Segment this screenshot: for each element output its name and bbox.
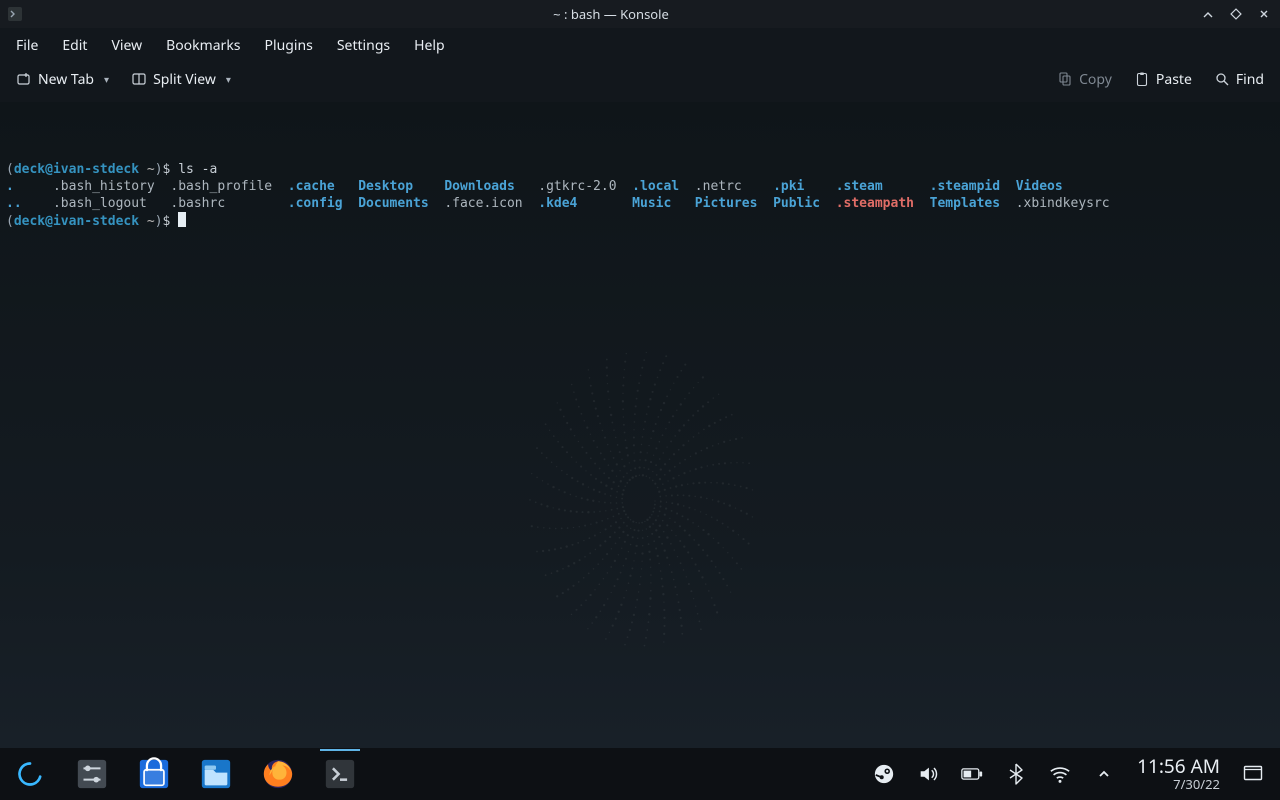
split-view-button[interactable]: Split View ▾ xyxy=(123,66,239,93)
new-tab-label: New Tab xyxy=(38,70,94,89)
split-view-label: Split View xyxy=(153,70,216,89)
bluetooth-icon[interactable] xyxy=(1005,763,1027,785)
battery-icon[interactable] xyxy=(961,763,983,785)
steam-tray-icon[interactable] xyxy=(873,763,895,785)
paste-button[interactable]: Paste xyxy=(1126,66,1200,93)
terminal-output: (deck@ivan-stdeck ~)$ ls -a. .bash_histo… xyxy=(6,161,1274,230)
chevron-down-icon: ▾ xyxy=(222,72,231,86)
window-titlebar: ~ : bash — Konsole xyxy=(0,0,1280,28)
taskbar-app-system-settings[interactable] xyxy=(70,752,114,796)
find-button[interactable]: Find xyxy=(1206,66,1272,93)
system-tray: 11:56 AM 7/30/22 xyxy=(873,756,1272,791)
window-close-button[interactable] xyxy=(1254,5,1274,23)
app-window: ~ : bash — Konsole File Edit View Bookma… xyxy=(0,0,1280,800)
konsole-icon xyxy=(6,5,24,23)
menu-view[interactable]: View xyxy=(101,30,152,61)
wifi-icon[interactable] xyxy=(1049,763,1071,785)
taskbar-app-steam-deck-menu[interactable] xyxy=(8,752,52,796)
taskbar-app-discover-store[interactable] xyxy=(132,752,176,796)
new-tab-button[interactable]: New Tab ▾ xyxy=(8,66,117,93)
window-title: ~ : bash — Konsole xyxy=(32,5,1190,23)
menu-settings[interactable]: Settings xyxy=(327,30,400,61)
window-maximize-button[interactable] xyxy=(1226,5,1246,23)
show-desktop-button[interactable] xyxy=(1242,763,1264,785)
chevron-down-icon: ▾ xyxy=(100,72,109,86)
menu-help[interactable]: Help xyxy=(404,30,455,61)
clock-time: 11:56 AM xyxy=(1137,756,1220,777)
find-label: Find xyxy=(1236,70,1264,89)
terminal-viewport[interactable]: (deck@ivan-stdeck ~)$ ls -a. .bash_histo… xyxy=(0,102,1280,748)
copy-icon xyxy=(1057,71,1073,87)
menu-bar: File Edit View Bookmarks Plugins Setting… xyxy=(0,28,1280,62)
taskbar-app-file-manager[interactable] xyxy=(194,752,238,796)
tool-bar: New Tab ▾ Split View ▾ Copy Paste xyxy=(0,62,1280,102)
taskbar-clock[interactable]: 11:56 AM 7/30/22 xyxy=(1137,756,1220,791)
volume-icon[interactable] xyxy=(917,763,939,785)
split-view-icon xyxy=(131,71,147,87)
menu-file[interactable]: File xyxy=(6,30,48,61)
taskbar: 11:56 AM 7/30/22 xyxy=(0,748,1280,800)
search-icon xyxy=(1214,71,1230,87)
menu-edit[interactable]: Edit xyxy=(52,30,97,61)
paste-label: Paste xyxy=(1156,70,1192,89)
menu-bookmarks[interactable]: Bookmarks xyxy=(156,30,250,61)
window-minimize-button[interactable] xyxy=(1198,5,1218,23)
tray-expand-icon[interactable] xyxy=(1093,763,1115,785)
copy-label: Copy xyxy=(1079,70,1112,89)
new-tab-icon xyxy=(16,71,32,87)
background-swirl-icon xyxy=(490,297,790,657)
copy-button[interactable]: Copy xyxy=(1049,66,1120,93)
clock-date: 7/30/22 xyxy=(1173,777,1220,791)
paste-icon xyxy=(1134,71,1150,87)
menu-plugins[interactable]: Plugins xyxy=(255,30,323,61)
taskbar-app-firefox[interactable] xyxy=(256,752,300,796)
taskbar-app-konsole[interactable] xyxy=(318,752,362,796)
